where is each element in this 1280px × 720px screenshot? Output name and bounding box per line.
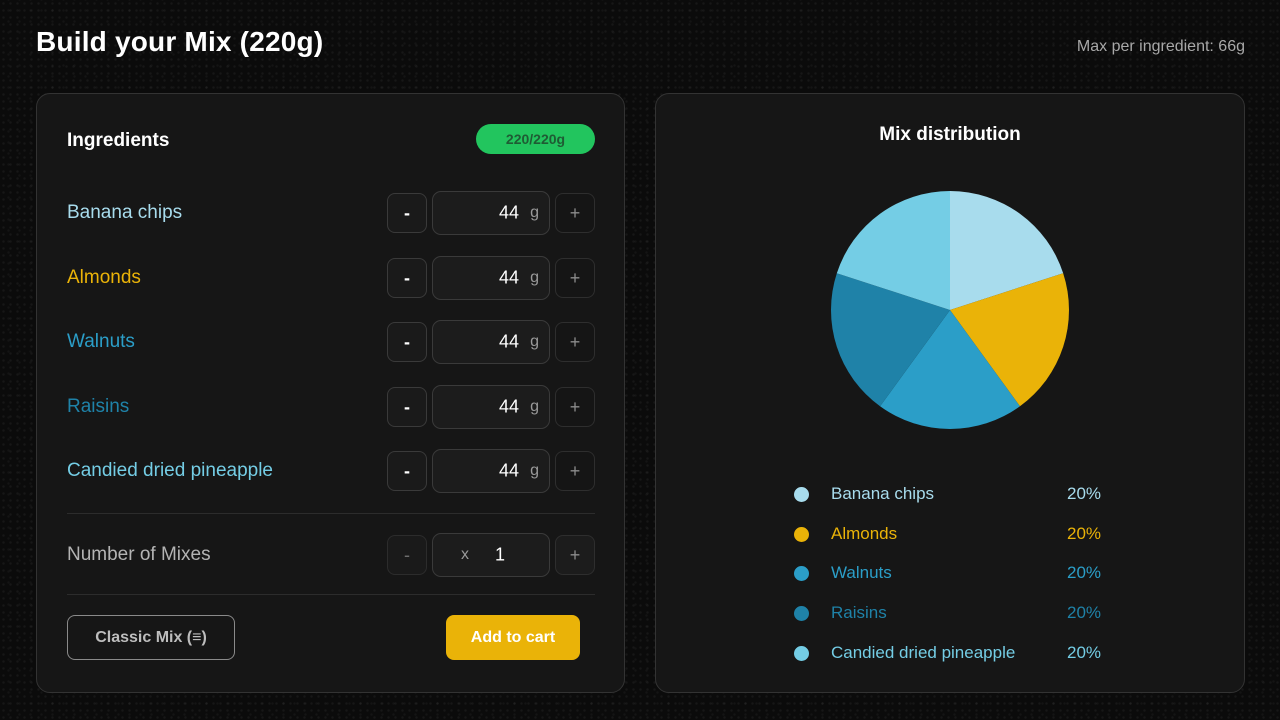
pie-chart bbox=[831, 191, 1069, 429]
ingredient-row: Banana chips - 44 g + bbox=[67, 191, 595, 235]
legend-percentage: 20% bbox=[1067, 643, 1102, 662]
distribution-panel: Mix distribution Banana chips 20% Almonds 2… bbox=[655, 93, 1245, 693]
mixes-row: Number of Mixes - x 1 + bbox=[67, 533, 595, 577]
legend-item: Banana chips 20% bbox=[794, 482, 1114, 506]
legend-swatch bbox=[794, 646, 809, 661]
legend-label: Banana chips bbox=[831, 484, 935, 503]
mixes-count-value: 1 bbox=[495, 544, 506, 565]
legend-swatch bbox=[794, 606, 809, 621]
ingredient-row: Raisins - 44 g + bbox=[67, 385, 595, 429]
multiplier-label: x bbox=[461, 546, 469, 563]
quantity-field[interactable]: 44 g bbox=[432, 449, 550, 493]
decrease-button[interactable]: - bbox=[387, 193, 427, 233]
ingredients-panel: Ingredients 220/220g Banana chips - 44 g… bbox=[36, 93, 625, 693]
unit-label: g bbox=[530, 269, 539, 286]
ingredient-name: Candied dried pineapple bbox=[67, 460, 273, 481]
legend-label: Raisins bbox=[831, 603, 887, 622]
quantity-value: 44 bbox=[498, 267, 519, 288]
legend-item: Raisins 20% bbox=[794, 601, 1114, 625]
increase-button[interactable]: + bbox=[555, 258, 595, 298]
decrease-button[interactable]: - bbox=[387, 322, 427, 362]
classic-mix-button[interactable]: Classic Mix (≡) bbox=[67, 615, 235, 660]
unit-label: g bbox=[530, 462, 539, 479]
legend-item: Candied dried pineapple 20% bbox=[794, 641, 1114, 665]
unit-label: g bbox=[530, 398, 539, 415]
increase-button[interactable]: + bbox=[555, 387, 595, 427]
legend-label: Almonds bbox=[831, 524, 898, 543]
ingredient-name: Raisins bbox=[67, 396, 130, 417]
max-per-ingredient-note: Max per ingredient: 66g bbox=[1076, 38, 1245, 55]
ingredient-name: Walnuts bbox=[67, 331, 135, 352]
legend-percentage: 20% bbox=[1067, 524, 1102, 543]
increase-button[interactable]: + bbox=[555, 322, 595, 362]
legend-label: Candied dried pineapple bbox=[831, 643, 1016, 662]
legend-item: Walnuts 20% bbox=[794, 561, 1114, 585]
legend-percentage: 20% bbox=[1067, 484, 1102, 503]
quantity-value: 44 bbox=[498, 396, 519, 417]
quantity-field[interactable]: 44 g bbox=[432, 256, 550, 300]
legend-percentage: 20% bbox=[1067, 603, 1102, 622]
total-weight-badge: 220/220g bbox=[476, 124, 595, 154]
quantity-value: 44 bbox=[498, 202, 519, 223]
legend-item: Almonds 20% bbox=[794, 522, 1114, 546]
ingredient-row: Candied dried pineapple - 44 g + bbox=[67, 449, 595, 493]
number-of-mixes-label: Number of Mixes bbox=[67, 544, 211, 565]
divider bbox=[67, 513, 595, 514]
page-title: Build your Mix (220g) bbox=[36, 26, 324, 57]
ingredients-heading: Ingredients bbox=[67, 130, 170, 151]
legend-swatch bbox=[794, 487, 809, 502]
divider bbox=[67, 594, 595, 595]
increase-button[interactable]: + bbox=[555, 451, 595, 491]
mixes-decrease-button[interactable]: - bbox=[387, 535, 427, 575]
quantity-value: 44 bbox=[498, 460, 519, 481]
increase-button[interactable]: + bbox=[555, 193, 595, 233]
chart-title: Mix distribution bbox=[879, 124, 1021, 145]
quantity-value: 44 bbox=[498, 331, 519, 352]
decrease-button[interactable]: - bbox=[387, 451, 427, 491]
decrease-button[interactable]: - bbox=[387, 387, 427, 427]
legend-swatch bbox=[794, 566, 809, 581]
quantity-field[interactable]: 44 g bbox=[432, 191, 550, 235]
mixes-increase-button[interactable]: + bbox=[555, 535, 595, 575]
decrease-button[interactable]: - bbox=[387, 258, 427, 298]
ingredient-name: Banana chips bbox=[67, 202, 183, 223]
quantity-field[interactable]: 44 g bbox=[432, 320, 550, 364]
unit-label: g bbox=[530, 333, 539, 350]
quantity-field[interactable]: 44 g bbox=[432, 385, 550, 429]
ingredient-row: Walnuts - 44 g + bbox=[67, 320, 595, 364]
ingredient-name: Almonds bbox=[67, 267, 141, 288]
ingredient-row: Almonds - 44 g + bbox=[67, 256, 595, 300]
unit-label: g bbox=[530, 204, 539, 221]
legend-label: Walnuts bbox=[831, 563, 892, 582]
legend-percentage: 20% bbox=[1067, 563, 1102, 582]
add-to-cart-button[interactable]: Add to cart bbox=[446, 615, 580, 660]
legend-swatch bbox=[794, 527, 809, 542]
mixes-count-field[interactable]: x 1 bbox=[432, 533, 550, 577]
